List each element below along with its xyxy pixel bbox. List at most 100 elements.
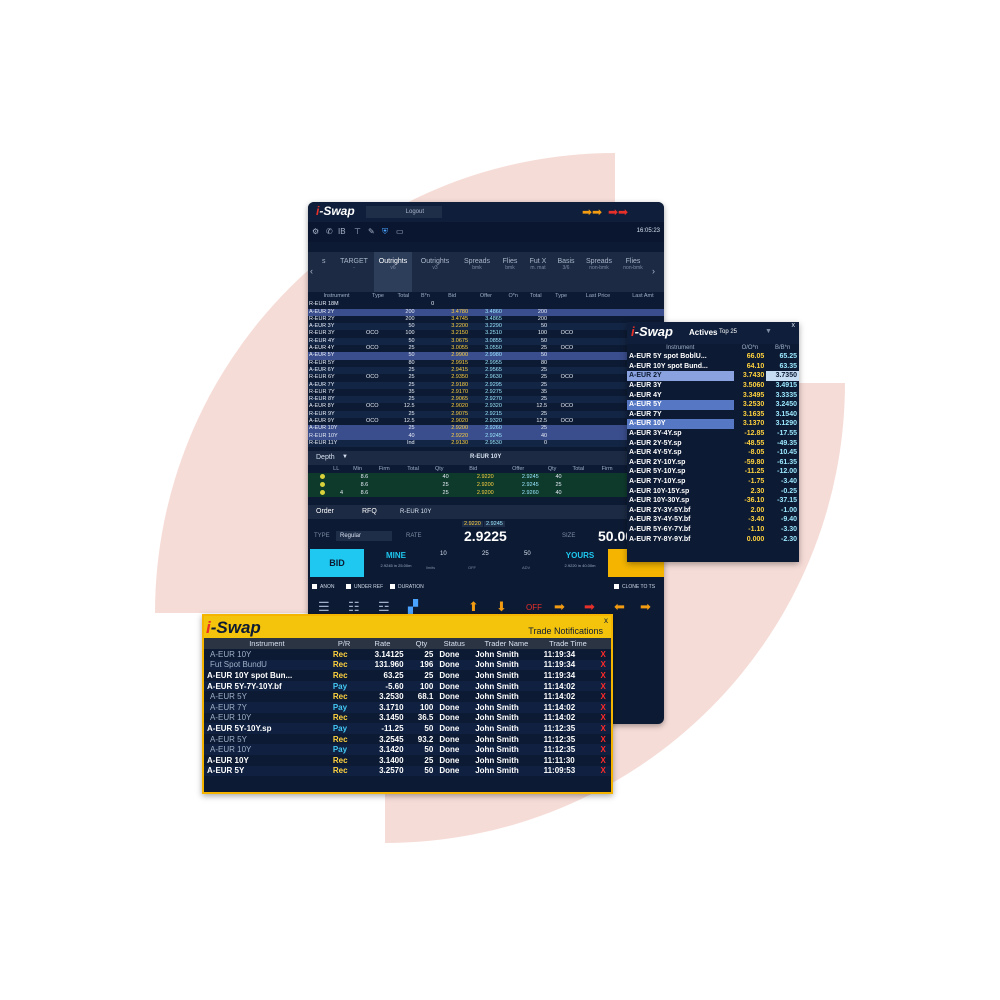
trade-row[interactable]: A-EUR 10Y Rec 3.1450 36.5 Done John Smith 11:1… bbox=[204, 713, 611, 724]
up-arrow-icon[interactable]: ⬆ bbox=[468, 599, 479, 615]
grid-row[interactable]: R-EUR 18M 0 bbox=[308, 301, 664, 308]
depth-row[interactable]: 8.6402.92202.9245408.6 bbox=[308, 473, 664, 481]
grid-header[interactable]: Offer bbox=[469, 292, 503, 301]
remove-trade-icon[interactable]: X bbox=[595, 701, 611, 713]
gear-icon[interactable]: ⚙ bbox=[312, 227, 319, 236]
remove-trade-icon[interactable]: X bbox=[595, 734, 611, 745]
trade-row[interactable]: A-EUR 10Y spot Bun... Rec 63.25 25 Done John … bbox=[204, 670, 611, 681]
actives-row[interactable]: A-EUR 3Y-4Y-5Y.bf -3.40 -9.40 bbox=[627, 515, 799, 525]
actives-row[interactable]: A-EUR 7Y-10Y.sp -1.75 -3.40 bbox=[627, 477, 799, 487]
tab-rfq[interactable]: RFQ bbox=[362, 508, 377, 515]
red-arrow-icon[interactable]: ➡➡ bbox=[608, 206, 628, 218]
down-arrow-icon[interactable]: ⬇ bbox=[496, 599, 507, 615]
grid-row[interactable]: R-EUR 2Y 200 3.4745 3.4865 200 bbox=[308, 316, 664, 323]
chevron-down-icon[interactable]: ▼ bbox=[765, 328, 772, 335]
grid-row[interactable]: R-EUR 5Y 80 2.9915 2.9955 80 bbox=[308, 360, 664, 367]
tab-6[interactable]: Fut Xm. mat bbox=[526, 258, 550, 271]
tab-order[interactable]: Order bbox=[316, 508, 334, 515]
grid-row[interactable]: A-EUR 5Y 50 2.9900 2.9980 50 bbox=[308, 352, 664, 360]
tab-3[interactable]: Outrights v3 bbox=[416, 258, 454, 271]
grid-row[interactable]: R-EUR 10Y 40 2.9220 2.9245 40 bbox=[308, 432, 664, 440]
actives-row[interactable]: A-EUR 4Y 3.3495 3.3335 bbox=[627, 390, 799, 400]
grid-header[interactable]: B*n bbox=[416, 292, 436, 301]
wrench-icon[interactable]: ✎ bbox=[368, 227, 375, 236]
remove-trade-icon[interactable]: X bbox=[595, 670, 611, 681]
blocks-icon[interactable]: ▞ bbox=[408, 599, 418, 615]
actives-row[interactable]: A-EUR 10Y-30Y.sp -36.10 -37.15 bbox=[627, 496, 799, 506]
grid-row[interactable]: R-EUR 9Y 25 2.9075 2.9215 25 bbox=[308, 410, 664, 419]
grid-header[interactable]: Bid bbox=[435, 292, 469, 301]
grid-header[interactable]: Total bbox=[391, 292, 416, 301]
grid-row[interactable]: A-EUR 2Y 200 3.4780 3.4860 200 bbox=[308, 308, 664, 316]
remove-trade-icon[interactable]: X bbox=[595, 723, 611, 734]
under-ref-checkbox[interactable]: UNDER REF bbox=[346, 584, 383, 590]
actives-row[interactable]: A-EUR 7Y-8Y-9Y.bf 0.000 -2.30 bbox=[627, 534, 799, 544]
actives-row[interactable]: A-EUR 10Y-15Y.sp 2.30 -0.25 bbox=[627, 486, 799, 496]
ib-icon[interactable]: IB bbox=[338, 227, 346, 236]
top25-tab[interactable]: Top 25 bbox=[719, 329, 737, 335]
trade-row[interactable]: A-EUR 10Y Rec 3.1400 25 Done John Smith 11:11:… bbox=[204, 755, 611, 766]
trade-header[interactable]: Rate bbox=[358, 638, 407, 649]
anon-checkbox[interactable]: ANON bbox=[312, 584, 334, 590]
trade-row[interactable]: A-EUR 10Y Rec 3.14125 25 Done John Smith 11:19… bbox=[204, 649, 611, 660]
grid-row[interactable]: A-EUR 4Y OCO 25 3.0055 3.0550 25 OCO bbox=[308, 345, 664, 352]
trade-header[interactable]: Qty bbox=[406, 638, 437, 649]
grid-header[interactable]: Total bbox=[524, 292, 549, 301]
trade-row[interactable]: A-EUR 5Y-10Y.sp Pay -11.25 50 Done John Smith… bbox=[204, 723, 611, 734]
actives-row[interactable]: A-EUR 2Y-10Y.sp -59.80 -61.35 bbox=[627, 458, 799, 468]
trade-header[interactable]: Trader Name bbox=[472, 638, 541, 649]
remove-trade-icon[interactable]: X bbox=[595, 755, 611, 766]
remove-trade-icon[interactable]: X bbox=[595, 744, 611, 755]
type-select[interactable]: Regular bbox=[336, 531, 392, 542]
trade-header[interactable] bbox=[595, 638, 611, 649]
grid-row[interactable]: A-EUR 6Y 25 2.9415 2.9565 25 bbox=[308, 366, 664, 375]
grid-row[interactable]: A-EUR 9Y OCO 12.5 2.9020 2.9320 12.5 OCO bbox=[308, 418, 664, 425]
grid-row[interactable]: A-EUR 10Y 25 2.9200 2.9260 25 bbox=[308, 425, 664, 433]
size-choice-50[interactable]: 50 bbox=[524, 551, 531, 557]
remove-trade-icon[interactable]: X bbox=[595, 713, 611, 724]
grid-row[interactable]: A-EUR 3Y 50 3.2200 3.2290 50 bbox=[308, 323, 664, 331]
grid-header[interactable]: Instrument bbox=[308, 292, 365, 301]
col-instrument[interactable]: Instrument bbox=[627, 344, 734, 352]
grid-header[interactable]: Last Price bbox=[574, 292, 622, 301]
remove-trade-icon[interactable]: X bbox=[595, 765, 611, 777]
size-choice-10[interactable]: 10 bbox=[440, 551, 447, 557]
actives-row[interactable]: A-EUR 4Y-5Y.sp -8.05 -10.45 bbox=[627, 448, 799, 458]
tab-9[interactable]: Flies non-bmk bbox=[620, 258, 646, 271]
grid-header[interactable]: Type bbox=[548, 292, 574, 301]
trade-row[interactable]: A-EUR 10Y Pay 3.1420 50 Done John Smith 11:12:… bbox=[204, 744, 611, 755]
tab-next-icon[interactable]: › bbox=[652, 266, 655, 276]
chevron-down-icon[interactable]: ▼ bbox=[342, 454, 348, 460]
chat-icon[interactable]: ▭ bbox=[396, 227, 404, 236]
grid-header[interactable]: Last Amt bbox=[622, 292, 664, 301]
close-icon[interactable]: x bbox=[792, 322, 796, 329]
actives-row[interactable]: A-EUR 5Y 3.2530 3.2450 bbox=[627, 399, 799, 410]
grid-row[interactable]: R-EUR 7Y 35 2.9170 2.9275 35 bbox=[308, 389, 664, 396]
clone-to-ts-checkbox[interactable]: CLONE TO TS bbox=[614, 584, 655, 590]
tab-5[interactable]: Flies bmk bbox=[498, 258, 522, 271]
phone-icon[interactable]: ✆ bbox=[326, 227, 333, 236]
tab-7[interactable]: Basis 3/6 bbox=[554, 258, 578, 271]
orange-forward-icon[interactable]: ➡ bbox=[554, 599, 565, 615]
tab-prev-icon[interactable]: ‹ bbox=[310, 266, 313, 276]
trade-row[interactable]: A-EUR 7Y Pay 3.1710 100 Done John Smith 11:14:… bbox=[204, 701, 611, 713]
grid-row[interactable]: A-EUR 7Y 25 2.9180 2.9295 25 bbox=[308, 381, 664, 389]
orange-arrow-icon[interactable]: ➡➡ bbox=[582, 206, 602, 218]
trade-row[interactable]: Fut Spot BundU Rec 131.960 196 Done John Smit… bbox=[204, 659, 611, 671]
depth-row[interactable]: 48.6252.92002.9260408.6 bbox=[308, 489, 664, 497]
actives-row[interactable]: A-EUR 10Y spot Bund... 64.10 63.35 bbox=[627, 362, 799, 372]
actives-row[interactable]: A-EUR 7Y 3.1635 3.1540 bbox=[627, 410, 799, 420]
duration-checkbox[interactable]: DURATION bbox=[390, 584, 424, 590]
bid-button[interactable]: BID bbox=[310, 549, 364, 578]
trade-row[interactable]: A-EUR 5Y Rec 3.2570 50 Done John Smith 11:09:5… bbox=[204, 765, 611, 777]
trade-row[interactable]: A-EUR 5Y Rec 3.2530 68.1 Done John Smith 11:14… bbox=[204, 691, 611, 702]
actives-tab[interactable]: Actives bbox=[689, 328, 717, 337]
tab-8[interactable]: Spreads non-bmk bbox=[582, 258, 616, 271]
actives-row[interactable]: A-EUR 10Y 3.1370 3.1290 bbox=[627, 419, 799, 429]
trade-row[interactable]: A-EUR 5Y-7Y-10Y.bf Pay -5.60 100 Done John Sm… bbox=[204, 680, 611, 692]
size-choice-25[interactable]: 25 bbox=[482, 551, 489, 557]
tab-2[interactable]: Outrights v6 bbox=[374, 252, 412, 292]
actives-row[interactable]: A-EUR 5Y spot BoblU... 66.05 65.25 bbox=[627, 352, 799, 362]
back-arrow-icon[interactable]: ⬅ bbox=[614, 599, 625, 615]
grid-header[interactable]: O*n bbox=[503, 292, 524, 301]
